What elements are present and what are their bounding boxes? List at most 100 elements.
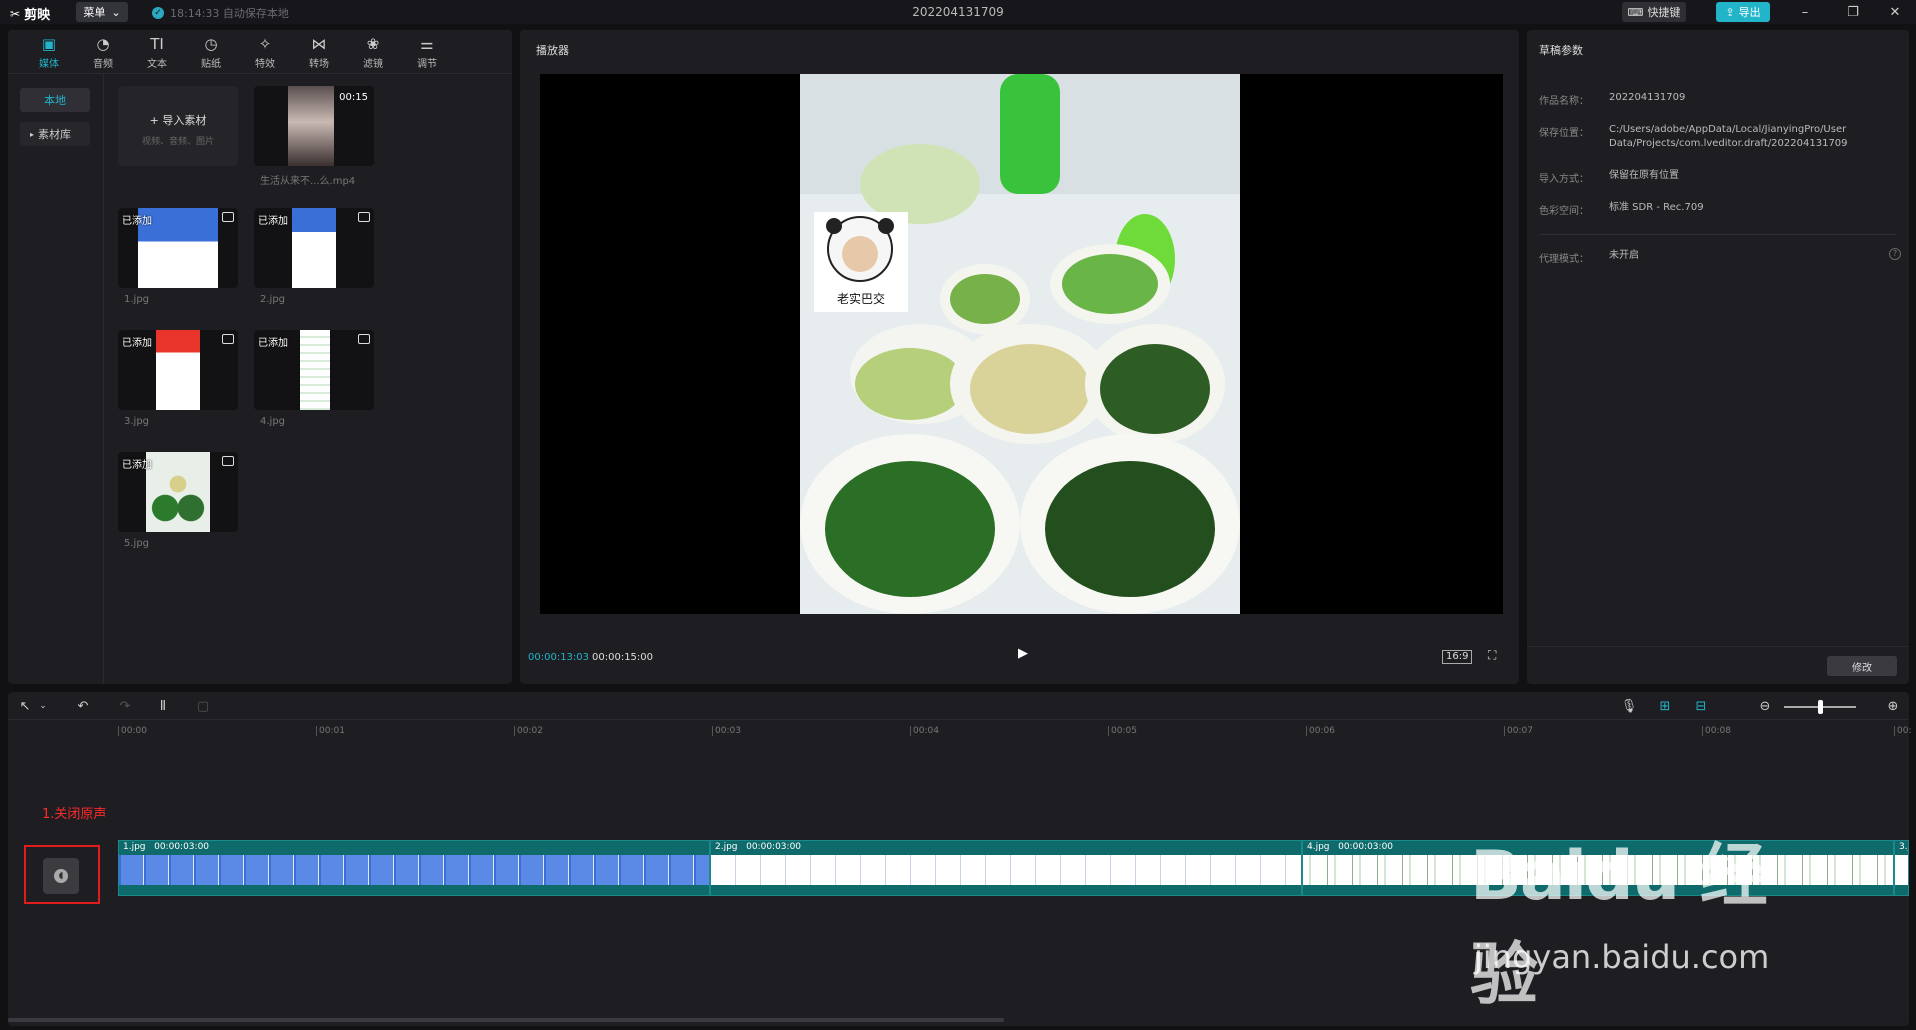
player-canvas[interactable]: 老实巴交 xyxy=(540,74,1503,614)
link-icon: ⊟ xyxy=(1695,698,1707,714)
help-icon[interactable]: ? xyxy=(1889,248,1901,260)
link-button[interactable]: ⊟ xyxy=(1692,697,1710,715)
microphone-icon: 🎙 xyxy=(1620,698,1638,714)
shortcut-button[interactable]: ⌨ 快捷键 xyxy=(1622,2,1686,22)
modify-button[interactable]: 修改 xyxy=(1827,656,1897,676)
fullscreen-button[interactable]: ⛶ xyxy=(1488,648,1504,664)
close-button[interactable]: ✕ xyxy=(1880,2,1910,22)
adjust-icon: ⚌ xyxy=(420,34,434,53)
clip-duration: 00:00:03:00 xyxy=(746,842,802,852)
keyboard-icon: ⌨ xyxy=(1627,5,1644,19)
tab-label: 转场 xyxy=(309,58,329,70)
media-item-1[interactable]: 已添加 xyxy=(118,208,238,288)
image-thumbnail xyxy=(292,208,336,288)
clip-thumbnails xyxy=(1895,855,1908,885)
media-item-name: 5.jpg xyxy=(124,538,150,549)
tab-text[interactable]: TI 文本 xyxy=(130,30,184,74)
time-tick: 00:04 xyxy=(910,726,939,736)
sidebar-item-library[interactable]: ▸ 素材库 xyxy=(20,122,90,146)
zoom-in-button[interactable]: ⊕ xyxy=(1884,697,1902,715)
delete-icon: ▢ xyxy=(196,698,210,714)
image-icon xyxy=(222,456,234,466)
magnet-button[interactable]: ⊞ xyxy=(1656,697,1674,715)
play-button[interactable]: ▶ xyxy=(1013,646,1033,666)
clip-name: 2.jpg xyxy=(715,842,738,852)
time-tick: 00:08 xyxy=(1702,726,1731,736)
media-item-name: 3.jpg xyxy=(124,416,150,427)
clip-duration: 00:00:03:00 xyxy=(154,842,210,852)
undo-icon: ↶ xyxy=(77,698,89,714)
tab-adjust[interactable]: ⚌ 调节 xyxy=(400,30,454,74)
speaker-icon: ◖ xyxy=(54,869,68,883)
zoom-slider-handle[interactable] xyxy=(1818,700,1823,714)
record-audio-button[interactable]: 🎙 xyxy=(1620,697,1638,715)
select-tool-dropdown[interactable]: ⌄ xyxy=(34,697,52,715)
tab-label: 贴纸 xyxy=(201,58,221,70)
export-button[interactable]: ⇪ 导出 xyxy=(1716,2,1770,22)
mute-original-audio-button[interactable]: ◖ xyxy=(43,858,79,894)
timeline-scrollbar[interactable] xyxy=(8,1018,1004,1022)
media-item-4[interactable]: 已添加 xyxy=(254,330,374,410)
delete-button[interactable]: ▢ xyxy=(194,697,212,715)
media-item-name: 1.jpg xyxy=(124,294,150,305)
restore-button[interactable]: ❐ xyxy=(1838,2,1868,22)
media-sidebar: 本地 ▸ 素材库 xyxy=(8,74,104,684)
time-tick: 00:03 xyxy=(712,726,741,736)
aspect-ratio-button[interactable]: 16:9 xyxy=(1442,650,1473,664)
select-tool-button[interactable]: ↖ xyxy=(16,697,34,715)
time-tick: 00:07 xyxy=(1504,726,1533,736)
media-item-3[interactable]: 已添加 xyxy=(118,330,238,410)
clip-label: 2.jpg 00:00:03:00 xyxy=(715,842,801,852)
clip-label: 1.jpg 00:00:03:00 xyxy=(123,842,209,852)
clip-duration: 00:00:03:00 xyxy=(1338,842,1394,852)
tab-label: 媒体 xyxy=(39,58,59,70)
magnet-icon: ⊞ xyxy=(1659,698,1671,714)
timeline-toolbar: ↖ ⌄ ↶ ↷ Ⅱ ▢ 🎙 ⊞ ⊟ ⊖ ⊕ xyxy=(8,692,1909,720)
plus-icon: + xyxy=(149,114,163,127)
fullscreen-icon: ⛶ xyxy=(1488,648,1497,662)
audio-icon: ◔ xyxy=(96,34,110,53)
redo-button[interactable]: ↷ xyxy=(116,697,134,715)
play-icon: ▶ xyxy=(1018,646,1028,661)
minimize-button[interactable]: – xyxy=(1790,2,1820,22)
tab-effects[interactable]: ✧ 特效 xyxy=(238,30,292,74)
image-icon xyxy=(358,212,370,222)
media-panel: ▣ 媒体 ◔ 音频 TI 文本 ◷ 贴纸 ✧ 特效 ⋈ 转场 ❀ 滤镜 ⚌ 调节 本地 ▸ 素材… xyxy=(8,30,512,684)
clip-thumbnails xyxy=(119,855,709,885)
sticker-caption: 老实巴交 xyxy=(837,291,885,306)
media-item-5[interactable]: 已添加 xyxy=(118,452,238,532)
total-time: 00:00:15:00 xyxy=(592,652,654,663)
sidebar-item-local[interactable]: 本地 xyxy=(20,88,90,112)
clip-name: 4.jpg xyxy=(1307,842,1330,852)
split-button[interactable]: Ⅱ xyxy=(154,697,172,715)
tab-filter[interactable]: ❀ 滤镜 xyxy=(346,30,400,74)
added-tag: 已添加 xyxy=(122,338,152,349)
image-thumbnail xyxy=(146,452,210,532)
media-item-video[interactable]: 00:15 xyxy=(254,86,374,166)
tab-transition[interactable]: ⋈ 转场 xyxy=(292,30,346,74)
close-icon: ✕ xyxy=(1889,4,1901,20)
tab-audio[interactable]: ◔ 音频 xyxy=(76,30,130,74)
tab-media[interactable]: ▣ 媒体 xyxy=(22,30,76,74)
sticker-icon: ◷ xyxy=(204,34,218,53)
media-icon: ▣ xyxy=(41,34,57,53)
chevron-down-icon: ⌄ xyxy=(39,701,47,711)
color-space-value: 标准 SDR - Rec.709 xyxy=(1609,202,1704,213)
baidu-watermark: Baidu 经验 jingyan.baidu.com xyxy=(1470,820,1820,1015)
image-icon xyxy=(358,334,370,344)
media-item-name: 4.jpg xyxy=(260,416,286,427)
tab-sticker[interactable]: ◷ 贴纸 xyxy=(184,30,238,74)
proxy-mode-value: 未开启 xyxy=(1609,250,1639,261)
timeline-clip-2[interactable]: 2.jpg 00:00:03:00 xyxy=(710,840,1302,896)
undo-button[interactable]: ↶ xyxy=(74,697,92,715)
zoom-out-button[interactable]: ⊖ xyxy=(1756,697,1774,715)
video-duration: 00:15 xyxy=(339,92,368,103)
image-icon xyxy=(222,212,234,222)
timeline-clip-4[interactable]: 3.j xyxy=(1894,840,1909,896)
media-item-2[interactable]: 已添加 xyxy=(254,208,374,288)
player-title: 播放器 xyxy=(536,44,569,57)
import-media-button[interactable]: + 导入素材 视频、音频、图片 xyxy=(118,86,238,166)
timeline-clip-1[interactable]: 1.jpg 00:00:03:00 xyxy=(118,840,710,896)
media-toolbar: ▣ 媒体 ◔ 音频 TI 文本 ◷ 贴纸 ✧ 特效 ⋈ 转场 ❀ 滤镜 ⚌ 调节 xyxy=(8,30,512,74)
path-label: 保存位置： xyxy=(1539,128,1589,139)
